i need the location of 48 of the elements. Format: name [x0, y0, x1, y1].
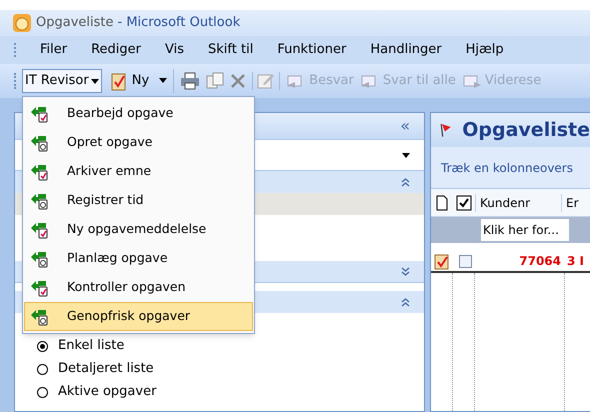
- app-icon: [12, 13, 32, 33]
- menu-item[interactable]: Funktioner: [277, 40, 346, 60]
- chevron-down-icon: [401, 267, 410, 276]
- clipboard-icon: [434, 252, 450, 270]
- view-label: Aktive opgaver: [58, 383, 156, 402]
- radio-button[interactable]: [37, 386, 48, 398]
- app-name: - Microsoft Outlook: [118, 14, 240, 32]
- caret-icon: [90, 78, 99, 84]
- page-icon: [435, 194, 449, 210]
- table-cell-text: 3 I: [566, 253, 584, 270]
- collapse-button[interactable]: «: [400, 114, 410, 138]
- menu-item[interactable]: Hjælp: [466, 40, 504, 60]
- row-checkbox[interactable]: [459, 254, 472, 268]
- radio-button[interactable]: [37, 364, 48, 374]
- filter-field[interactable]: Klik her for...: [481, 219, 569, 241]
- chevron-up-icon: [401, 178, 410, 186]
- clipboard-icon: [110, 71, 128, 91]
- checkbox-icon: [456, 194, 472, 210]
- chevron-up-icon: [401, 298, 410, 306]
- new-button[interactable]: Ny: [108, 69, 174, 93]
- table-cell-text: 77064: [518, 253, 562, 270]
- menu-option[interactable]: Bearbejd opgave: [24, 99, 253, 128]
- menu-item[interactable]: Vis: [165, 40, 184, 60]
- column-header[interactable]: Er: [561, 194, 579, 212]
- caret-icon: [402, 152, 410, 158]
- menu-item[interactable]: Filer: [40, 40, 68, 60]
- window-title: Opgaveliste: [36, 14, 114, 32]
- column-header[interactable]: Kundenr: [475, 194, 561, 212]
- view-label: Detaljeret liste: [58, 360, 154, 378]
- view-label: Enkel liste: [58, 337, 124, 356]
- caret-icon: [159, 78, 168, 84]
- menu-item[interactable]: Rediger: [91, 40, 142, 60]
- menu-option[interactable]: Opret opgave: [24, 128, 253, 157]
- menu-option[interactable]: Arkiver emne: [24, 157, 253, 186]
- menu-item[interactable]: Handlinger: [370, 40, 442, 60]
- menu-item[interactable]: Skift til: [208, 40, 254, 60]
- menu-option[interactable]: Registrer tid: [24, 186, 253, 215]
- copy-icon[interactable]: [206, 72, 224, 90]
- menu-option[interactable]: Genopfrisk opgaver: [24, 302, 253, 331]
- list-title: Opgaveliste: [462, 118, 590, 143]
- radio-button[interactable]: [37, 340, 48, 352]
- menu-option[interactable]: Planlæg opgave: [24, 244, 253, 273]
- printer-icon[interactable]: [180, 72, 200, 90]
- menu-option[interactable]: Ny opgavemeddelelse: [24, 215, 253, 244]
- group-hint: Træk en kolonneovers: [441, 160, 573, 176]
- delete-icon[interactable]: [230, 73, 246, 89]
- menu-option[interactable]: Kontroller opgaven: [24, 273, 253, 302]
- dropdown-button[interactable]: IT Revisor: [22, 69, 102, 93]
